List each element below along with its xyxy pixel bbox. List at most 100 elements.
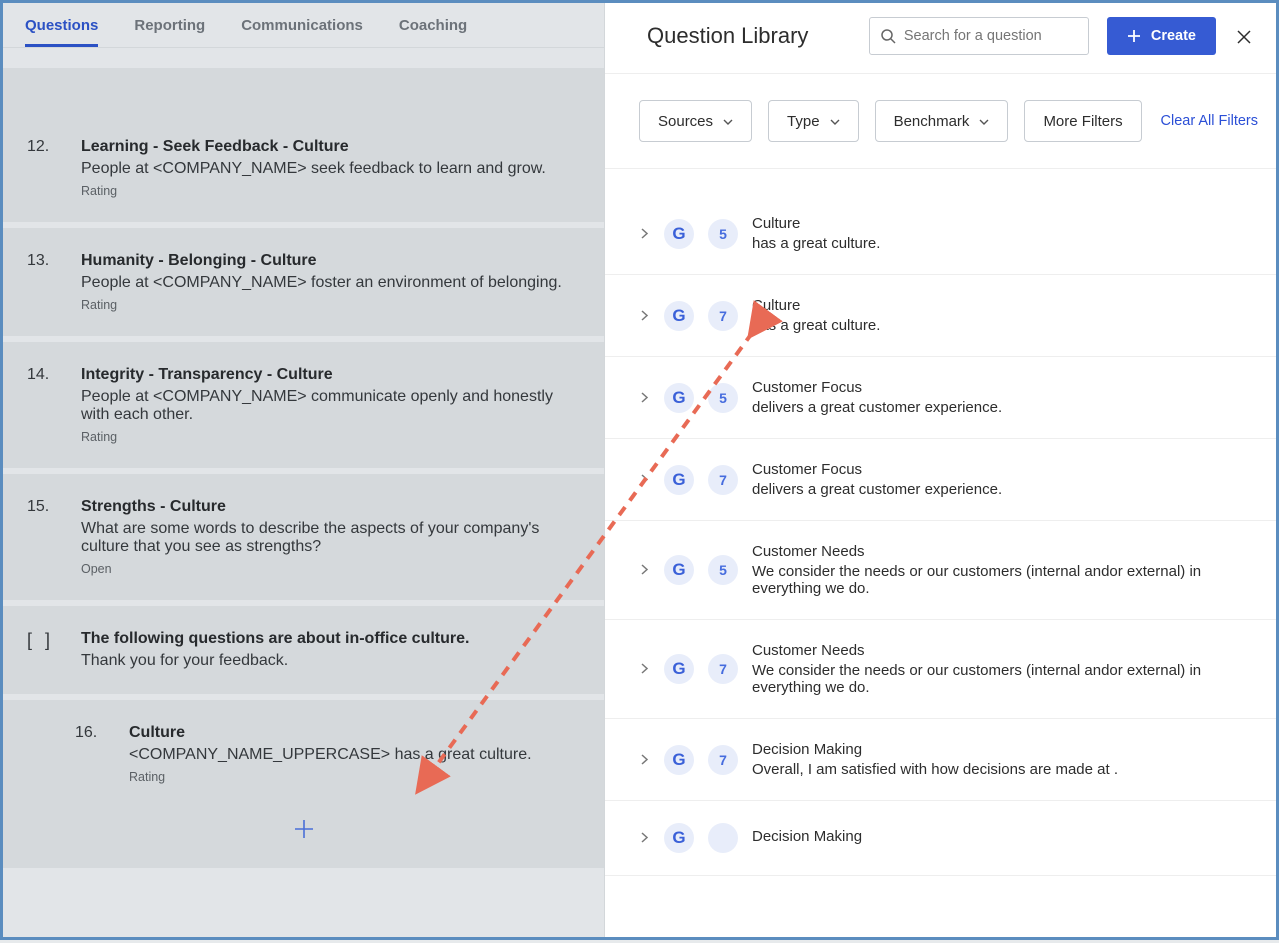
question-row[interactable]: 14. Integrity - Transparency - Culture P… bbox=[3, 342, 604, 468]
question-row[interactable]: 13. Humanity - Belonging - Culture Peopl… bbox=[3, 228, 604, 336]
create-button[interactable]: Create bbox=[1107, 17, 1216, 55]
filter-label: Sources bbox=[658, 113, 713, 130]
question-number: 14. bbox=[27, 366, 57, 444]
search-input-wrap[interactable] bbox=[869, 17, 1089, 55]
library-item[interactable]: G 7 Culture has a great culture. bbox=[605, 275, 1276, 357]
source-badge: G bbox=[664, 745, 694, 775]
tab-reporting[interactable]: Reporting bbox=[134, 17, 205, 47]
tab-bar: Questions Reporting Communications Coach… bbox=[3, 3, 604, 48]
questions-panel: Questions Reporting Communications Coach… bbox=[3, 3, 604, 937]
library-item-desc: delivers a great customer experience. bbox=[752, 481, 1242, 498]
filter-benchmark[interactable]: Benchmark bbox=[875, 100, 1009, 142]
filter-more[interactable]: More Filters bbox=[1024, 100, 1141, 142]
question-title: Integrity - Transparency - Culture bbox=[81, 366, 580, 384]
count-badge bbox=[708, 823, 738, 853]
library-list[interactable]: G 5 Culture has a great culture. G 7 Cul… bbox=[605, 168, 1276, 937]
question-number: 16. bbox=[75, 724, 105, 784]
chevron-down-icon bbox=[723, 113, 733, 130]
library-item-desc: delivers a great customer experience. bbox=[752, 399, 1242, 416]
add-question-row[interactable] bbox=[3, 808, 604, 868]
plus-icon bbox=[1127, 28, 1141, 44]
count-badge: 7 bbox=[708, 465, 738, 495]
question-type: Rating bbox=[81, 184, 580, 198]
chevron-right-icon bbox=[639, 389, 650, 407]
question-number: 15. bbox=[27, 498, 57, 576]
filter-label: More Filters bbox=[1043, 113, 1122, 130]
chevron-right-icon bbox=[639, 829, 650, 847]
filter-label: Type bbox=[787, 113, 820, 130]
library-item[interactable]: G Decision Making bbox=[605, 801, 1276, 876]
tab-questions[interactable]: Questions bbox=[25, 17, 98, 47]
chevron-right-icon bbox=[639, 561, 650, 579]
library-item-category: Customer Focus bbox=[752, 379, 1242, 396]
plus-icon bbox=[293, 818, 315, 840]
chevron-down-icon bbox=[979, 113, 989, 130]
question-desc: People at <COMPANY_NAME> foster an envir… bbox=[81, 274, 580, 292]
library-item[interactable]: G 5 Customer Needs We consider the needs… bbox=[605, 521, 1276, 620]
library-item-category: Customer Needs bbox=[752, 543, 1242, 560]
source-badge: G bbox=[664, 465, 694, 495]
section-subtext: Thank you for your feedback. bbox=[81, 652, 469, 670]
count-badge: 5 bbox=[708, 555, 738, 585]
create-button-label: Create bbox=[1151, 28, 1196, 44]
library-item-category: Customer Focus bbox=[752, 461, 1242, 478]
library-item-desc: has a great culture. bbox=[752, 317, 1242, 334]
filter-type[interactable]: Type bbox=[768, 100, 859, 142]
count-badge: 7 bbox=[708, 745, 738, 775]
question-desc: People at <COMPANY_NAME> communicate ope… bbox=[81, 388, 580, 424]
filter-bar: Sources Type Benchmark More Filters Clea… bbox=[605, 74, 1276, 168]
library-item[interactable]: G 7 Customer Focus delivers a great cust… bbox=[605, 439, 1276, 521]
question-desc: <COMPANY_NAME_UPPERCASE> has a great cul… bbox=[129, 746, 580, 764]
count-badge: 5 bbox=[708, 383, 738, 413]
library-item[interactable]: G 5 Culture has a great culture. bbox=[605, 193, 1276, 275]
tab-coaching[interactable]: Coaching bbox=[399, 17, 467, 47]
filter-label: Benchmark bbox=[894, 113, 970, 130]
chevron-right-icon bbox=[639, 307, 650, 325]
library-item[interactable]: G 7 Decision Making Overall, I am satisf… bbox=[605, 719, 1276, 801]
source-badge: G bbox=[664, 383, 694, 413]
chevron-right-icon bbox=[639, 751, 650, 769]
chevron-right-icon bbox=[639, 471, 650, 489]
question-type: Rating bbox=[81, 298, 580, 312]
question-desc: People at <COMPANY_NAME> seek feedback t… bbox=[81, 160, 580, 178]
question-title: Strengths - Culture bbox=[81, 498, 580, 516]
question-type: Rating bbox=[81, 430, 580, 444]
library-item[interactable]: G 5 Customer Focus delivers a great cust… bbox=[605, 357, 1276, 439]
question-title: Learning - Seek Feedback - Culture bbox=[81, 138, 580, 156]
question-type: Open bbox=[81, 562, 580, 576]
tab-communications[interactable]: Communications bbox=[241, 17, 363, 47]
library-item-category: Decision Making bbox=[752, 741, 1242, 758]
library-item-category: Culture bbox=[752, 215, 1242, 232]
filter-sources[interactable]: Sources bbox=[639, 100, 752, 142]
chevron-right-icon bbox=[639, 225, 650, 243]
section-marker: [ ] bbox=[27, 630, 57, 670]
library-item[interactable]: G 7 Customer Needs We consider the needs… bbox=[605, 620, 1276, 719]
library-item-desc: has a great culture. bbox=[752, 235, 1242, 252]
question-desc: What are some words to describe the aspe… bbox=[81, 520, 580, 556]
count-badge: 7 bbox=[708, 654, 738, 684]
library-title: Question Library bbox=[647, 23, 808, 49]
library-item-category: Culture bbox=[752, 297, 1242, 314]
question-type: Rating bbox=[129, 770, 580, 784]
section-title: The following questions are about in-off… bbox=[81, 630, 469, 648]
search-input[interactable] bbox=[904, 28, 1078, 44]
question-row[interactable]: 16. Culture <COMPANY_NAME_UPPERCASE> has… bbox=[3, 700, 604, 808]
question-title: Humanity - Belonging - Culture bbox=[81, 252, 580, 270]
source-badge: G bbox=[664, 219, 694, 249]
question-row[interactable]: 15. Strengths - Culture What are some wo… bbox=[3, 474, 604, 600]
section-row[interactable]: [ ] The following questions are about in… bbox=[3, 606, 604, 694]
source-badge: G bbox=[664, 823, 694, 853]
question-row[interactable]: 12. Learning - Seek Feedback - Culture P… bbox=[3, 114, 604, 222]
question-number: 12. bbox=[27, 138, 57, 198]
close-icon[interactable] bbox=[1234, 19, 1254, 53]
library-item-desc: We consider the needs or our customers (… bbox=[752, 563, 1242, 597]
source-badge: G bbox=[664, 654, 694, 684]
search-icon bbox=[880, 27, 896, 45]
library-item-category: Decision Making bbox=[752, 828, 1242, 845]
source-badge: G bbox=[664, 555, 694, 585]
questions-list[interactable]: 12. Learning - Seek Feedback - Culture P… bbox=[3, 48, 604, 937]
library-panel: Question Library Create Sources bbox=[604, 3, 1276, 937]
clear-filters-link[interactable]: Clear All Filters bbox=[1161, 113, 1259, 129]
question-title: Culture bbox=[129, 724, 580, 742]
source-badge: G bbox=[664, 301, 694, 331]
